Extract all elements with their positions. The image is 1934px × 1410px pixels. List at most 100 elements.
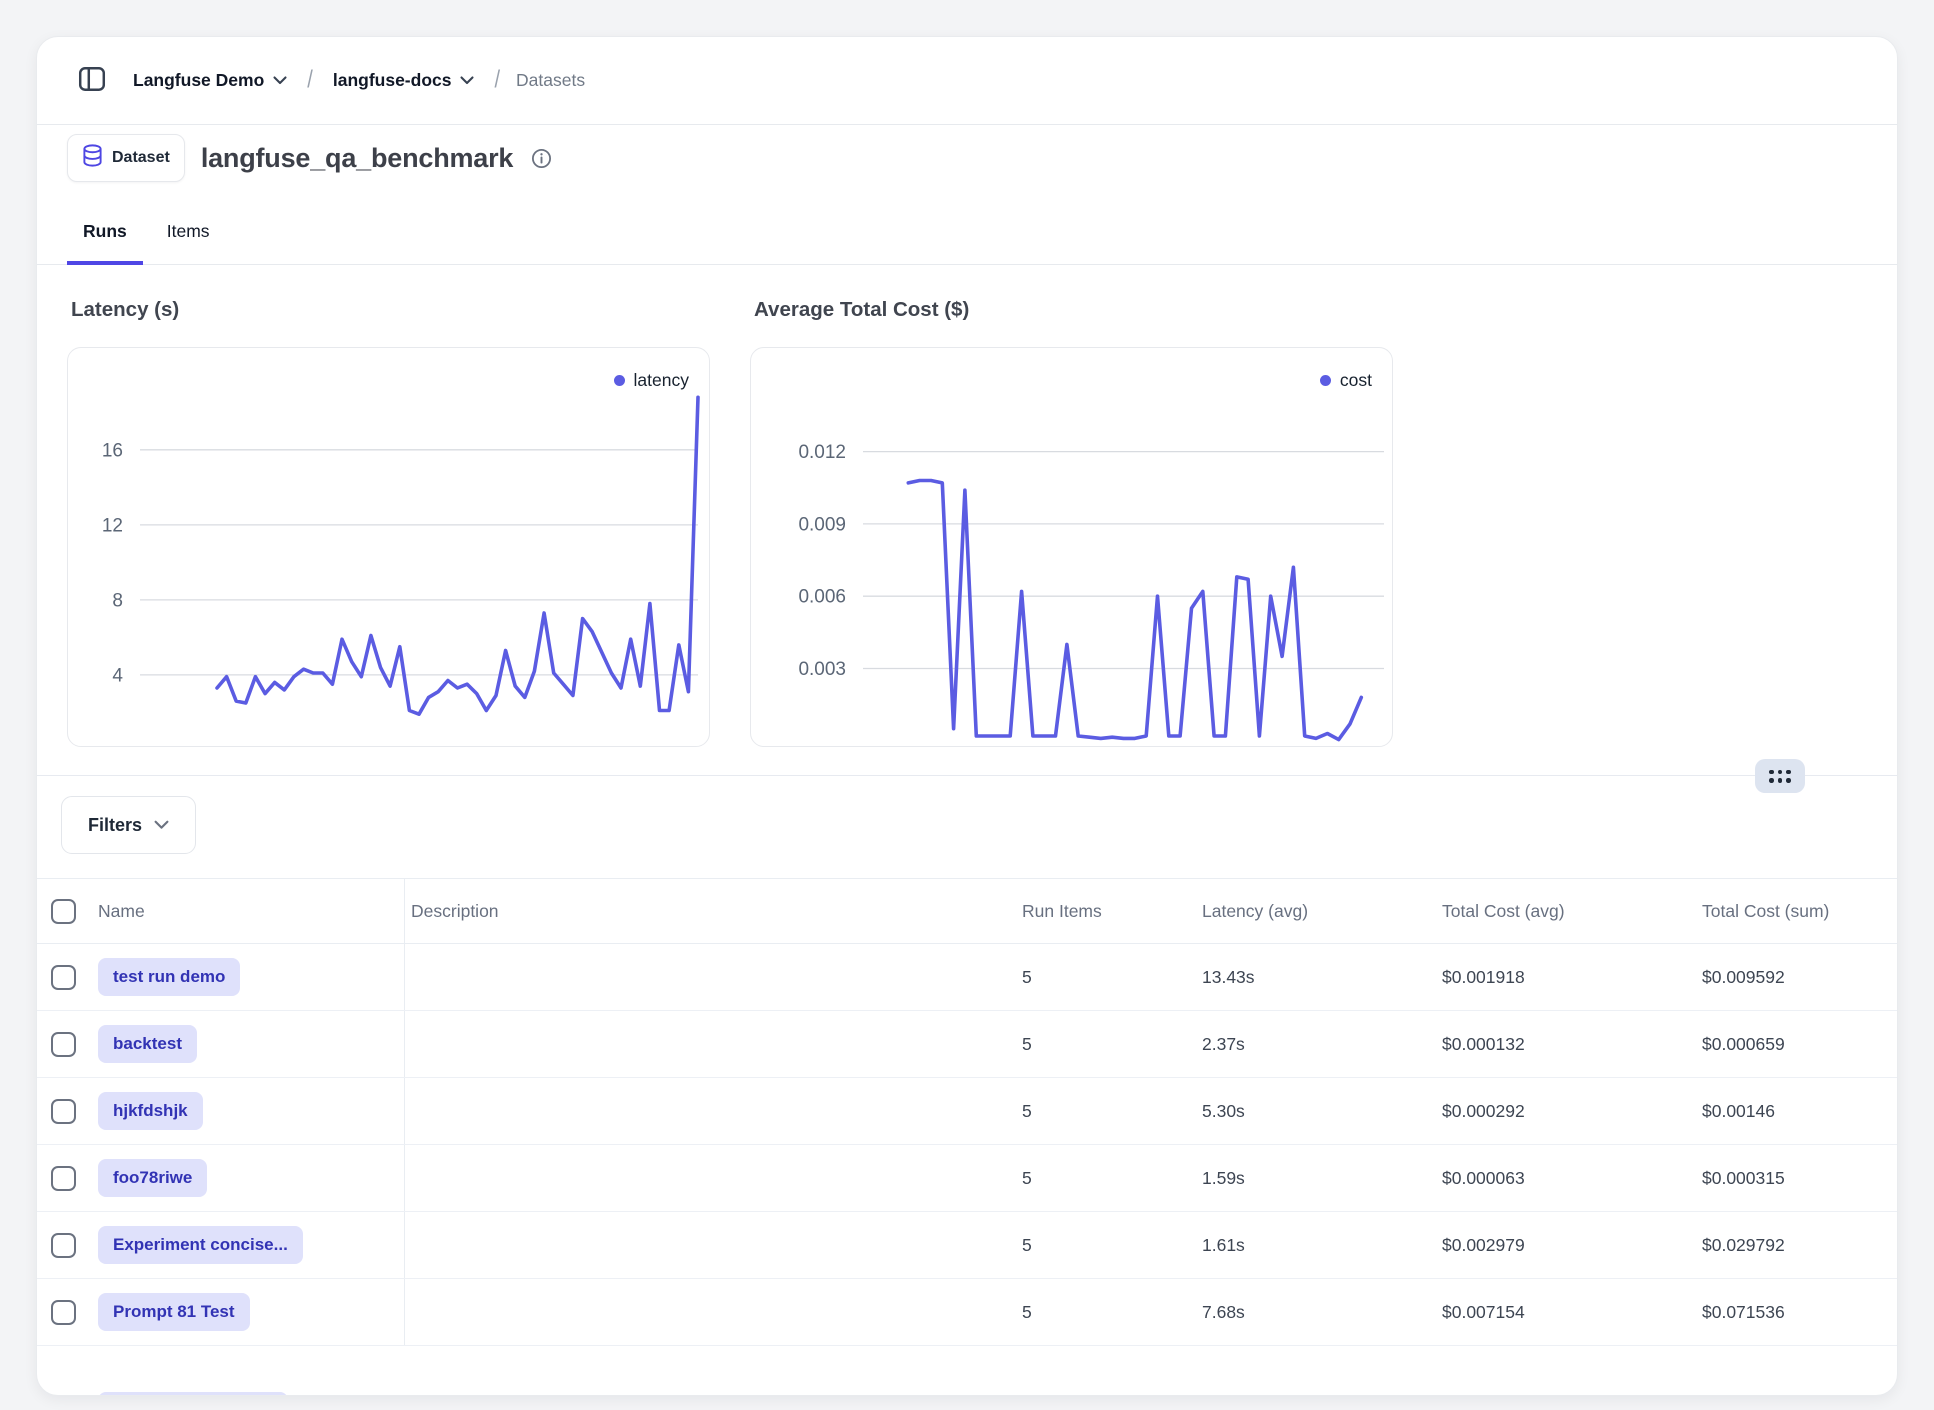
table-row[interactable]: foo78riwe 5 1.59s $0.000063 $0.000315 xyxy=(37,1145,1897,1212)
page-header: Dataset langfuse_qa_benchmark xyxy=(37,125,1897,183)
tab-runs[interactable]: Runs xyxy=(67,209,143,264)
table-row-partial[interactable] xyxy=(37,1346,1897,1396)
table-row[interactable]: Prompt 81 Test 5 7.68s $0.007154 $0.0715… xyxy=(37,1279,1897,1346)
total-cost-avg-cell: $0.007154 xyxy=(1436,1302,1696,1323)
database-icon xyxy=(82,144,103,172)
run-name-link[interactable]: backtest xyxy=(98,1025,197,1063)
run-name-link[interactable]: test run demo xyxy=(98,958,240,996)
runs-table: Name Description Run Items Latency (avg)… xyxy=(37,878,1897,1396)
run-name-link[interactable]: hjkfdshjk xyxy=(98,1092,203,1130)
row-checkbox[interactable] xyxy=(51,1032,76,1057)
latency-legend: latency xyxy=(614,370,689,391)
filters-button-label: Filters xyxy=(88,815,142,836)
latency-avg-cell: 7.68s xyxy=(1196,1302,1436,1323)
breadcrumb-separator: / xyxy=(494,66,500,95)
latency-avg-cell: 13.43s xyxy=(1196,967,1436,988)
sidebar-toggle-button[interactable] xyxy=(73,62,111,100)
breadcrumb-page-datasets[interactable]: Datasets xyxy=(516,70,585,91)
svg-text:12: 12 xyxy=(102,515,123,536)
row-checkbox[interactable] xyxy=(51,1166,76,1191)
latency-chart-card: latency 481216 xyxy=(67,347,710,747)
table-row[interactable]: test run demo 5 13.43s $0.001918 $0.0095… xyxy=(37,944,1897,1011)
table-row[interactable]: hjkfdshjk 5 5.30s $0.000292 $0.00146 xyxy=(37,1078,1897,1145)
run-name-link[interactable] xyxy=(98,1392,288,1396)
run-items-cell: 5 xyxy=(1016,1034,1196,1055)
svg-text:16: 16 xyxy=(102,440,123,461)
total-cost-sum-cell: $0.029792 xyxy=(1696,1235,1897,1256)
run-items-cell: 5 xyxy=(1016,1101,1196,1122)
filters-button[interactable]: Filters xyxy=(61,796,196,854)
dataset-badge: Dataset xyxy=(67,134,185,182)
run-name-link[interactable]: foo78riwe xyxy=(98,1159,207,1197)
latency-line-chart: 481216 xyxy=(68,348,711,748)
svg-text:0.009: 0.009 xyxy=(798,514,846,535)
column-header-name: Name xyxy=(98,901,145,922)
svg-text:8: 8 xyxy=(112,590,123,611)
resize-handle[interactable] xyxy=(1755,759,1805,793)
total-cost-sum-cell: $0.00146 xyxy=(1696,1101,1897,1122)
latency-avg-cell: 1.61s xyxy=(1196,1235,1436,1256)
run-items-cell: 5 xyxy=(1016,967,1196,988)
total-cost-sum-cell: $0.000315 xyxy=(1696,1168,1897,1189)
total-cost-avg-cell: $0.000063 xyxy=(1436,1168,1696,1189)
total-cost-avg-cell: $0.002979 xyxy=(1436,1235,1696,1256)
charts-section: Latency (s) latency 481216 Average Total… xyxy=(37,265,1897,747)
svg-text:0.012: 0.012 xyxy=(798,442,846,463)
row-checkbox[interactable] xyxy=(51,1233,76,1258)
svg-text:0.003: 0.003 xyxy=(798,659,846,680)
section-divider xyxy=(37,775,1897,776)
latency-chart-title: Latency (s) xyxy=(67,298,710,322)
topbar: Langfuse Demo / langfuse-docs / Datasets xyxy=(37,37,1897,125)
chevron-down-icon xyxy=(460,76,474,85)
run-items-cell: 5 xyxy=(1016,1302,1196,1323)
table-header-row: Name Description Run Items Latency (avg)… xyxy=(37,878,1897,944)
latency-avg-cell: 1.59s xyxy=(1196,1168,1436,1189)
breadcrumb-project-label: langfuse-docs xyxy=(333,70,452,91)
page-title: langfuse_qa_benchmark xyxy=(201,143,513,174)
svg-text:0.006: 0.006 xyxy=(798,587,846,608)
cost-chart-title: Average Total Cost ($) xyxy=(750,298,1393,322)
tab-bar: Runs Items xyxy=(37,209,1897,265)
panel-left-icon xyxy=(77,64,107,97)
latency-legend-label: latency xyxy=(634,370,689,391)
breadcrumb-separator: / xyxy=(307,66,313,95)
total-cost-avg-cell: $0.000292 xyxy=(1436,1101,1696,1122)
breadcrumb-project-selector[interactable]: langfuse-docs xyxy=(329,64,479,97)
info-icon[interactable] xyxy=(531,148,552,169)
run-items-cell: 5 xyxy=(1016,1235,1196,1256)
column-header-total-cost-sum: Total Cost (sum) xyxy=(1696,901,1897,922)
table-row[interactable]: backtest 5 2.37s $0.000132 $0.000659 xyxy=(37,1011,1897,1078)
run-name-link[interactable]: Experiment concise... xyxy=(98,1226,303,1264)
cost-legend: cost xyxy=(1320,370,1372,391)
column-header-latency-avg: Latency (avg) xyxy=(1196,901,1436,922)
breadcrumb: Langfuse Demo / langfuse-docs / Datasets xyxy=(129,64,585,97)
grip-dots-icon xyxy=(1769,770,1791,783)
row-checkbox[interactable] xyxy=(51,965,76,990)
breadcrumb-org-label: Langfuse Demo xyxy=(133,70,264,91)
latency-avg-cell: 5.30s xyxy=(1196,1101,1436,1122)
chevron-down-icon xyxy=(154,820,169,830)
select-all-checkbox[interactable] xyxy=(51,899,76,924)
breadcrumb-org-selector[interactable]: Langfuse Demo xyxy=(129,64,291,97)
total-cost-sum-cell: $0.000659 xyxy=(1696,1034,1897,1055)
latency-avg-cell: 2.37s xyxy=(1196,1034,1436,1055)
row-checkbox[interactable] xyxy=(51,1099,76,1124)
total-cost-avg-cell: $0.001918 xyxy=(1436,967,1696,988)
cost-line-chart: 0.003 0.006 0.009 0.012 xyxy=(751,348,1394,748)
main-card: Langfuse Demo / langfuse-docs / Datasets xyxy=(36,36,1898,1396)
cost-chart-block: Average Total Cost ($) cost 0.0030.0060.… xyxy=(750,298,1393,747)
tab-items[interactable]: Items xyxy=(151,209,226,264)
total-cost-sum-cell: $0.071536 xyxy=(1696,1302,1897,1323)
legend-dot-icon xyxy=(1320,375,1331,386)
column-header-total-cost-avg: Total Cost (avg) xyxy=(1436,901,1696,922)
table-row[interactable]: Experiment concise... 5 1.61s $0.002979 … xyxy=(37,1212,1897,1279)
column-header-run-items: Run Items xyxy=(1016,901,1196,922)
row-checkbox[interactable] xyxy=(51,1300,76,1325)
column-header-description: Description xyxy=(405,901,1016,922)
cost-chart-card: cost 0.003 0.006 0.009 0.012 xyxy=(750,347,1393,747)
run-name-link[interactable]: Prompt 81 Test xyxy=(98,1293,250,1331)
filters-row: Filters xyxy=(37,776,1897,878)
total-cost-avg-cell: $0.000132 xyxy=(1436,1034,1696,1055)
dataset-badge-label: Dataset xyxy=(112,149,170,167)
total-cost-sum-cell: $0.009592 xyxy=(1696,967,1897,988)
